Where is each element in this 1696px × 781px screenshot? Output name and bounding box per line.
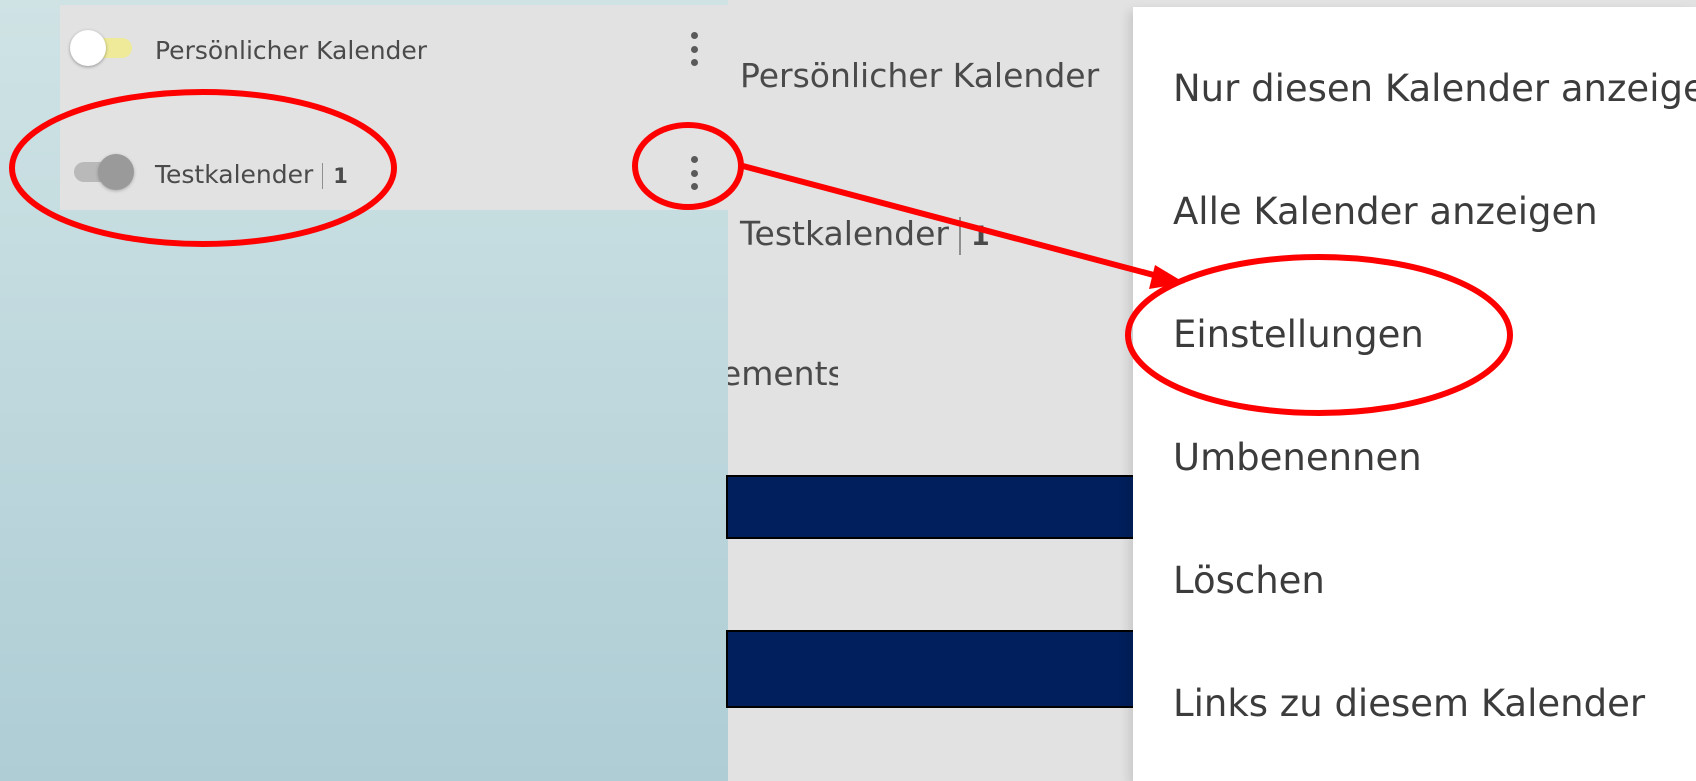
event-count-badge: 1 bbox=[333, 164, 348, 188]
calendar-name-large[interactable]: Persönlicher Kalender bbox=[740, 56, 1099, 95]
kebab-dot bbox=[690, 32, 698, 39]
calendar-row-persoenlicher[interactable]: Persönlicher Kalender bbox=[60, 12, 728, 82]
more-vertical-icon[interactable] bbox=[682, 154, 706, 192]
kebab-dot bbox=[690, 156, 698, 163]
calendar-name-text: Testkalender bbox=[740, 214, 949, 253]
kebab-dot bbox=[690, 183, 698, 190]
menu-item-delete[interactable]: Löschen bbox=[1173, 559, 1325, 602]
calendar-visibility-toggle[interactable] bbox=[70, 154, 136, 190]
event-count-badge: 1 bbox=[970, 221, 990, 252]
menu-item-rename[interactable]: Umbenennen bbox=[1173, 436, 1422, 479]
calendar-name: Persönlicher Kalender bbox=[155, 36, 427, 65]
calendar-context-menu: Nur diesen Kalender anzeigen Alle Kalend… bbox=[1133, 7, 1696, 781]
count-divider bbox=[958, 216, 961, 255]
calendar-name-large[interactable]: Testkalender 1 bbox=[740, 214, 990, 255]
kebab-dot bbox=[690, 169, 698, 177]
toggle-knob bbox=[70, 30, 106, 66]
accent-bar bbox=[726, 630, 1136, 708]
accent-bar bbox=[726, 475, 1136, 539]
menu-item-show-all-calendars[interactable]: Alle Kalender anzeigen bbox=[1173, 190, 1598, 233]
kebab-dot bbox=[690, 59, 698, 66]
section-heading-text: nements bbox=[728, 354, 838, 393]
menu-item-settings[interactable]: Einstellungen bbox=[1173, 313, 1424, 356]
calendar-row-testkalender[interactable]: Testkalender 1 bbox=[60, 136, 728, 206]
calendar-list-panel: Persönlicher Kalender Testkalender 1 bbox=[60, 5, 728, 210]
count-divider bbox=[322, 163, 324, 189]
calendar-name-text: Persönlicher Kalender bbox=[740, 56, 1100, 95]
menu-item-calendar-links[interactable]: Links zu diesem Kalender bbox=[1173, 682, 1645, 725]
more-vertical-icon[interactable] bbox=[682, 30, 706, 68]
section-heading-partial: nements bbox=[728, 354, 838, 393]
toggle-knob bbox=[98, 154, 134, 190]
calendar-name-text: Persönlicher Kalender bbox=[155, 36, 428, 65]
calendar-name: Testkalender 1 bbox=[155, 160, 348, 189]
calendar-name-text: Testkalender bbox=[155, 160, 314, 189]
calendar-visibility-toggle[interactable] bbox=[70, 30, 136, 66]
kebab-dot bbox=[690, 45, 698, 53]
menu-item-only-this-calendar[interactable]: Nur diesen Kalender anzeigen bbox=[1173, 67, 1696, 110]
